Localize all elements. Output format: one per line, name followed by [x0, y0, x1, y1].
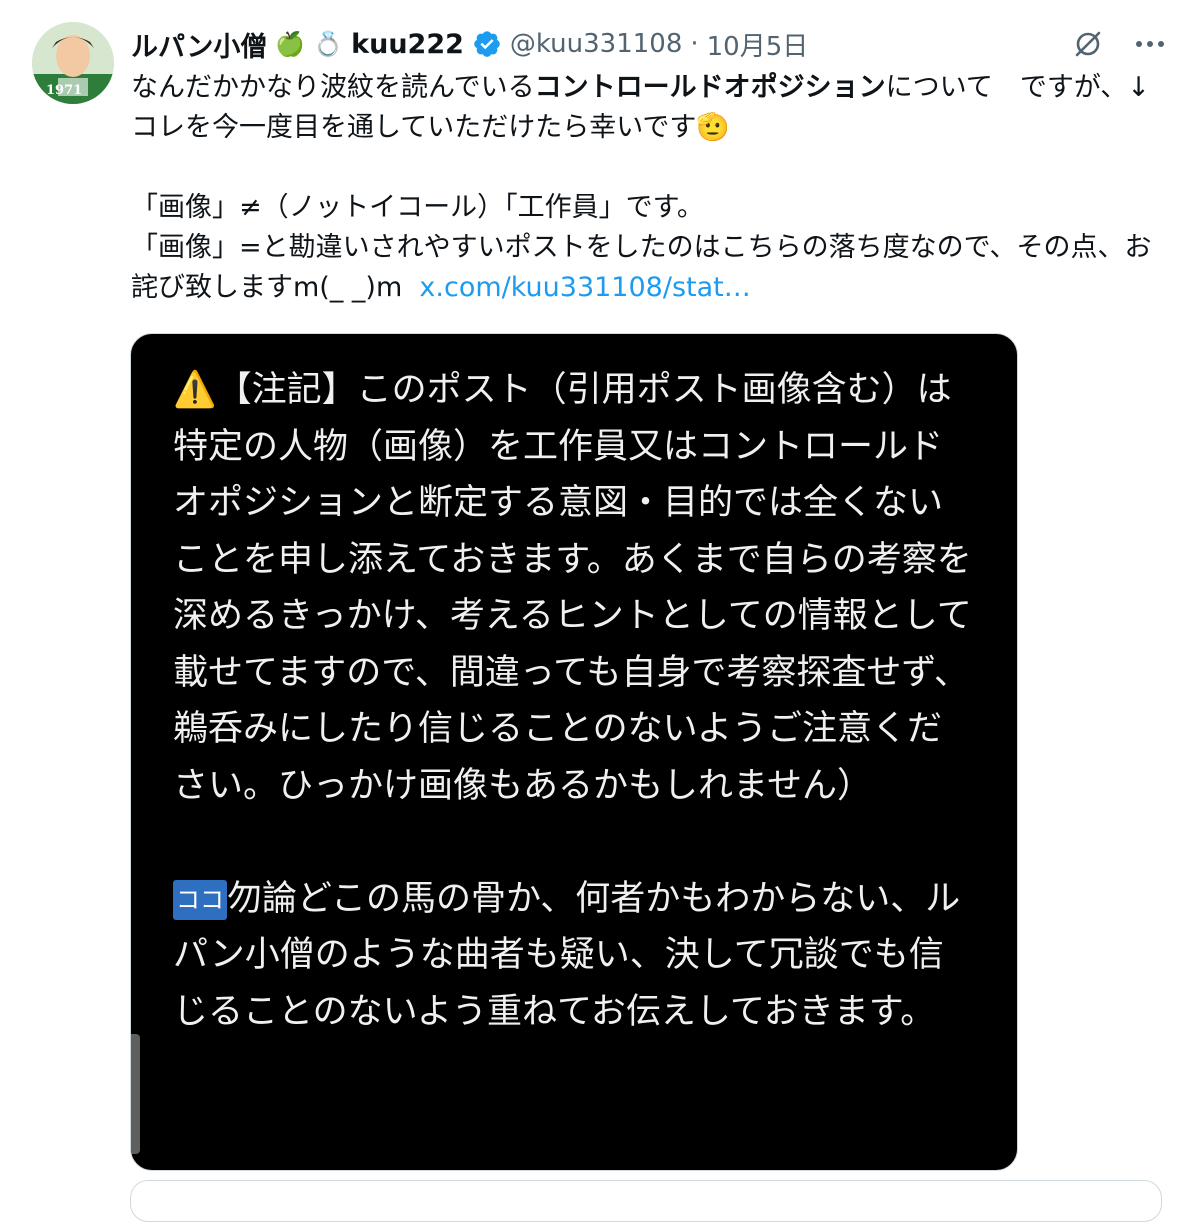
ring-emoji: 💍: [313, 30, 344, 58]
koko-badge: ココ: [173, 879, 227, 920]
tweet-header: ルパン小僧 🍏 💍 kuu222 @kuu331108 · 10月5日: [131, 24, 1168, 64]
separator-dot: ·: [690, 29, 699, 59]
tweet-link[interactable]: x.com/kuu331108/stat…: [419, 272, 750, 303]
warning-icon: ⚠️: [173, 370, 217, 410]
next-card-edge: [130, 1180, 1162, 1222]
post-date[interactable]: 10月5日: [707, 26, 809, 63]
tweet-text: なんだかかなり波紋を読んでいるコントロールドオポジションについて ですが、↓コレ…: [131, 68, 1171, 308]
apple-emoji: 🍏: [275, 30, 306, 58]
attached-image[interactable]: ⚠️【注記】このポスト（引用ポスト画像含む）は特定の人物（画像）を工作員又はコン…: [130, 333, 1018, 1171]
tweet-text-part1: なんだかかなり波紋を読んでいる: [131, 72, 535, 103]
header-actions: [1070, 26, 1168, 62]
image-scroll-handle: [131, 1034, 140, 1154]
tweet-text-part2: について ですが、↓コレを今一度目を通していただけたら幸いです🫡 「画像」≠（ノ…: [131, 72, 1152, 303]
image-paragraph-1: 【注記】このポスト（引用ポスト画像含む）は特定の人物（画像）を工作員又はコントロ…: [173, 370, 972, 806]
grok-icon[interactable]: [1070, 26, 1106, 62]
handle[interactable]: @kuu331108: [510, 29, 682, 59]
avatar-image: 1971: [32, 22, 114, 104]
verified-badge-icon[interactable]: [472, 29, 502, 59]
image-text: ⚠️【注記】このポスト（引用ポスト画像含む）は特定の人物（画像）を工作員又はコン…: [173, 362, 973, 1040]
display-name[interactable]: ルパン小僧: [131, 25, 267, 64]
display-name-suffix[interactable]: kuu222: [351, 29, 464, 60]
image-paragraph-2: 勿論どこの馬の骨か、何者かもわからない、ルパン小僧のような曲者も疑い、決して冗談…: [173, 878, 961, 1032]
tweet-text-bold: コントロールドオポジション: [534, 72, 886, 103]
more-icon[interactable]: [1132, 26, 1168, 62]
avatar[interactable]: 1971: [32, 22, 114, 104]
avatar-caption: 1971: [46, 83, 82, 98]
